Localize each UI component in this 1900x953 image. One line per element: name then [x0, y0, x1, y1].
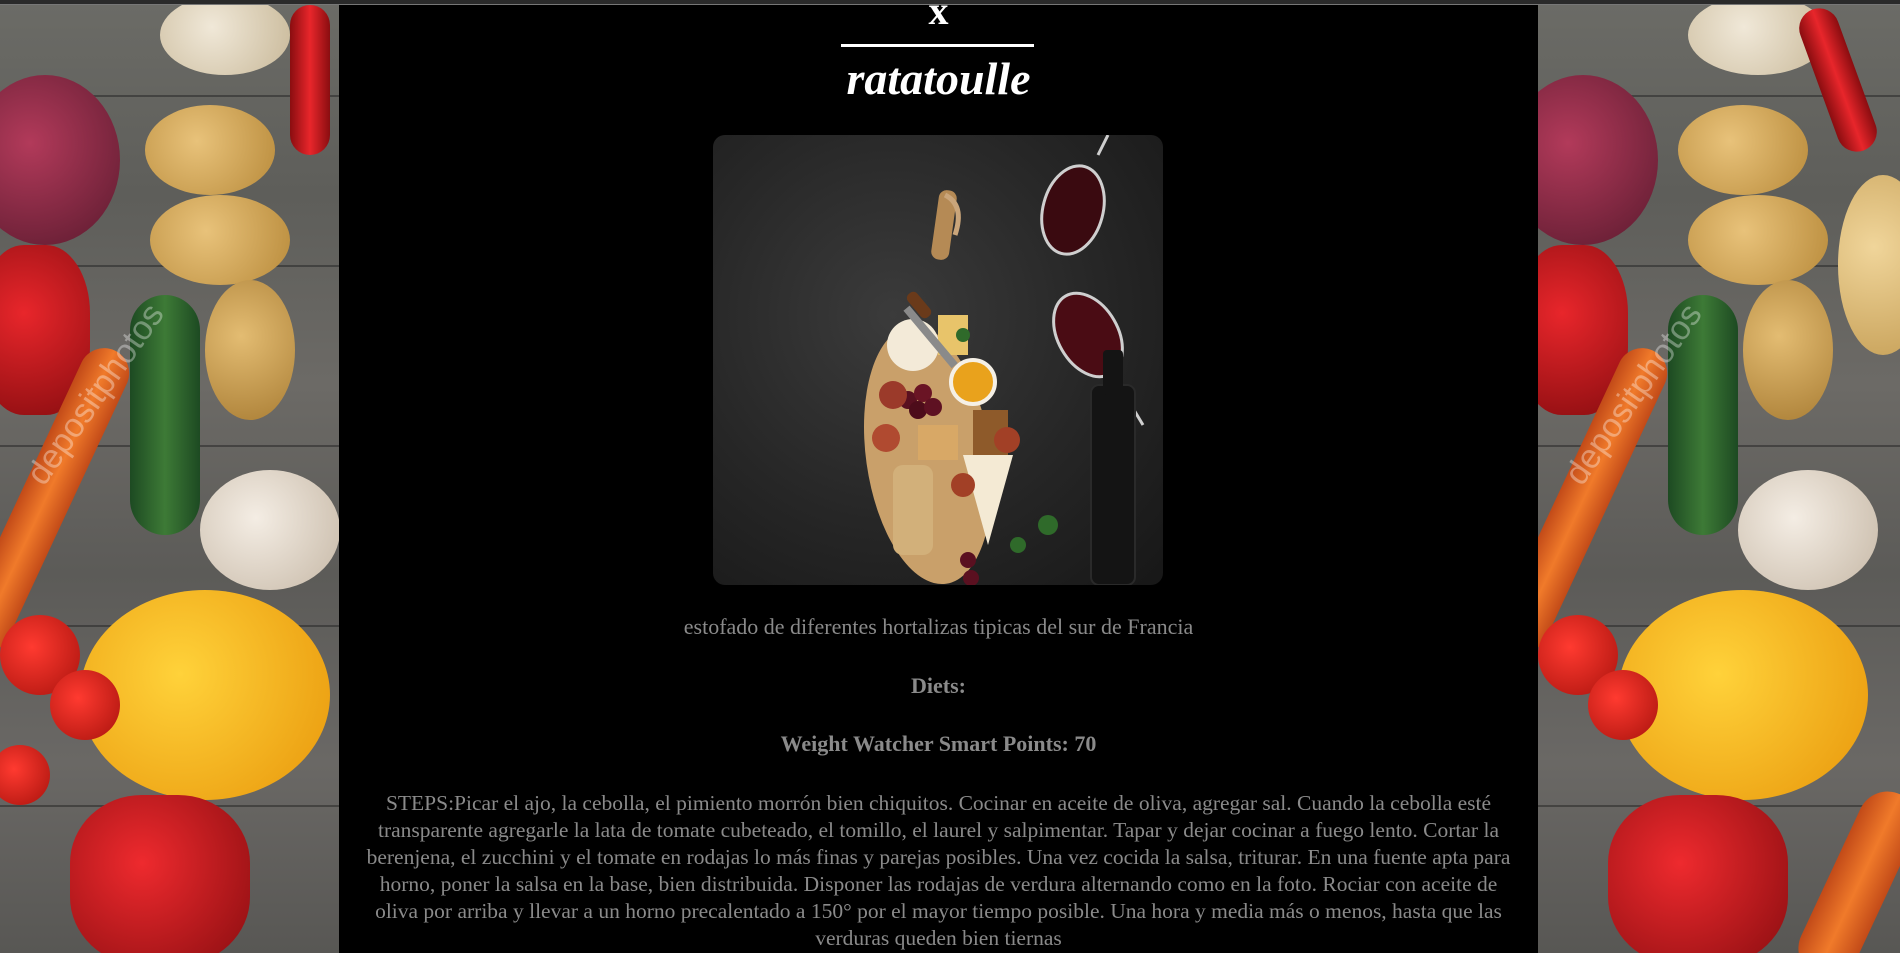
background-vegetables-right: depositphotos [1538, 5, 1900, 953]
recipe-image [713, 135, 1163, 585]
close-button[interactable]: x [339, 0, 1538, 31]
recipe-title: ratatoulle [846, 53, 1031, 104]
title-underline [841, 44, 1034, 47]
recipe-summary: estofado de diferentes hortalizas tipica… [683, 614, 1194, 639]
diets-label: Diets: [911, 673, 966, 698]
weight-watcher-points: Weight Watcher Smart Points: 70 [780, 731, 1097, 756]
background-vegetables-left: depositphotos [0, 5, 339, 953]
charcuterie-board-illustration [863, 135, 1145, 585]
recipe-steps: STEPS:Picar el ajo, la cebolla, el pimie… [366, 791, 1511, 950]
